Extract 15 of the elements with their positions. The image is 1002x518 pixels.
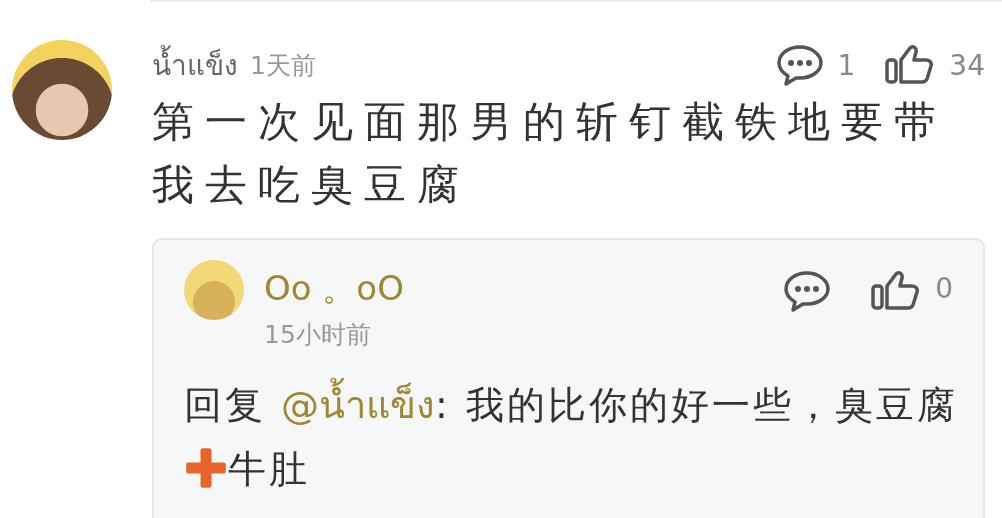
comment-text: 第一次见面那男的斩钉截铁地要带我去吃臭豆腐 [152,96,948,211]
comment-icon[interactable] [775,44,824,86]
like-count: 0 [935,272,953,305]
thumbs-up-icon[interactable] [871,270,922,312]
mention-link[interactable]: @น้ำแข็ง [281,377,436,434]
username[interactable]: Oo 。oO [264,266,404,312]
thumbs-up-icon[interactable] [885,44,936,86]
timestamp: 1天前 [250,49,316,82]
timestamp: 15小时前 [264,319,372,351]
comment-icon[interactable] [783,270,832,312]
reply-count: 1 [837,48,856,82]
username[interactable]: น้ำแข็ง [152,43,238,87]
like-count: 34 [949,48,985,82]
reply-text: 回复 @น้ำแข็ง: 我的比你的好一些，臭豆腐 牛肚 [184,373,974,501]
plus-icon [184,446,228,490]
